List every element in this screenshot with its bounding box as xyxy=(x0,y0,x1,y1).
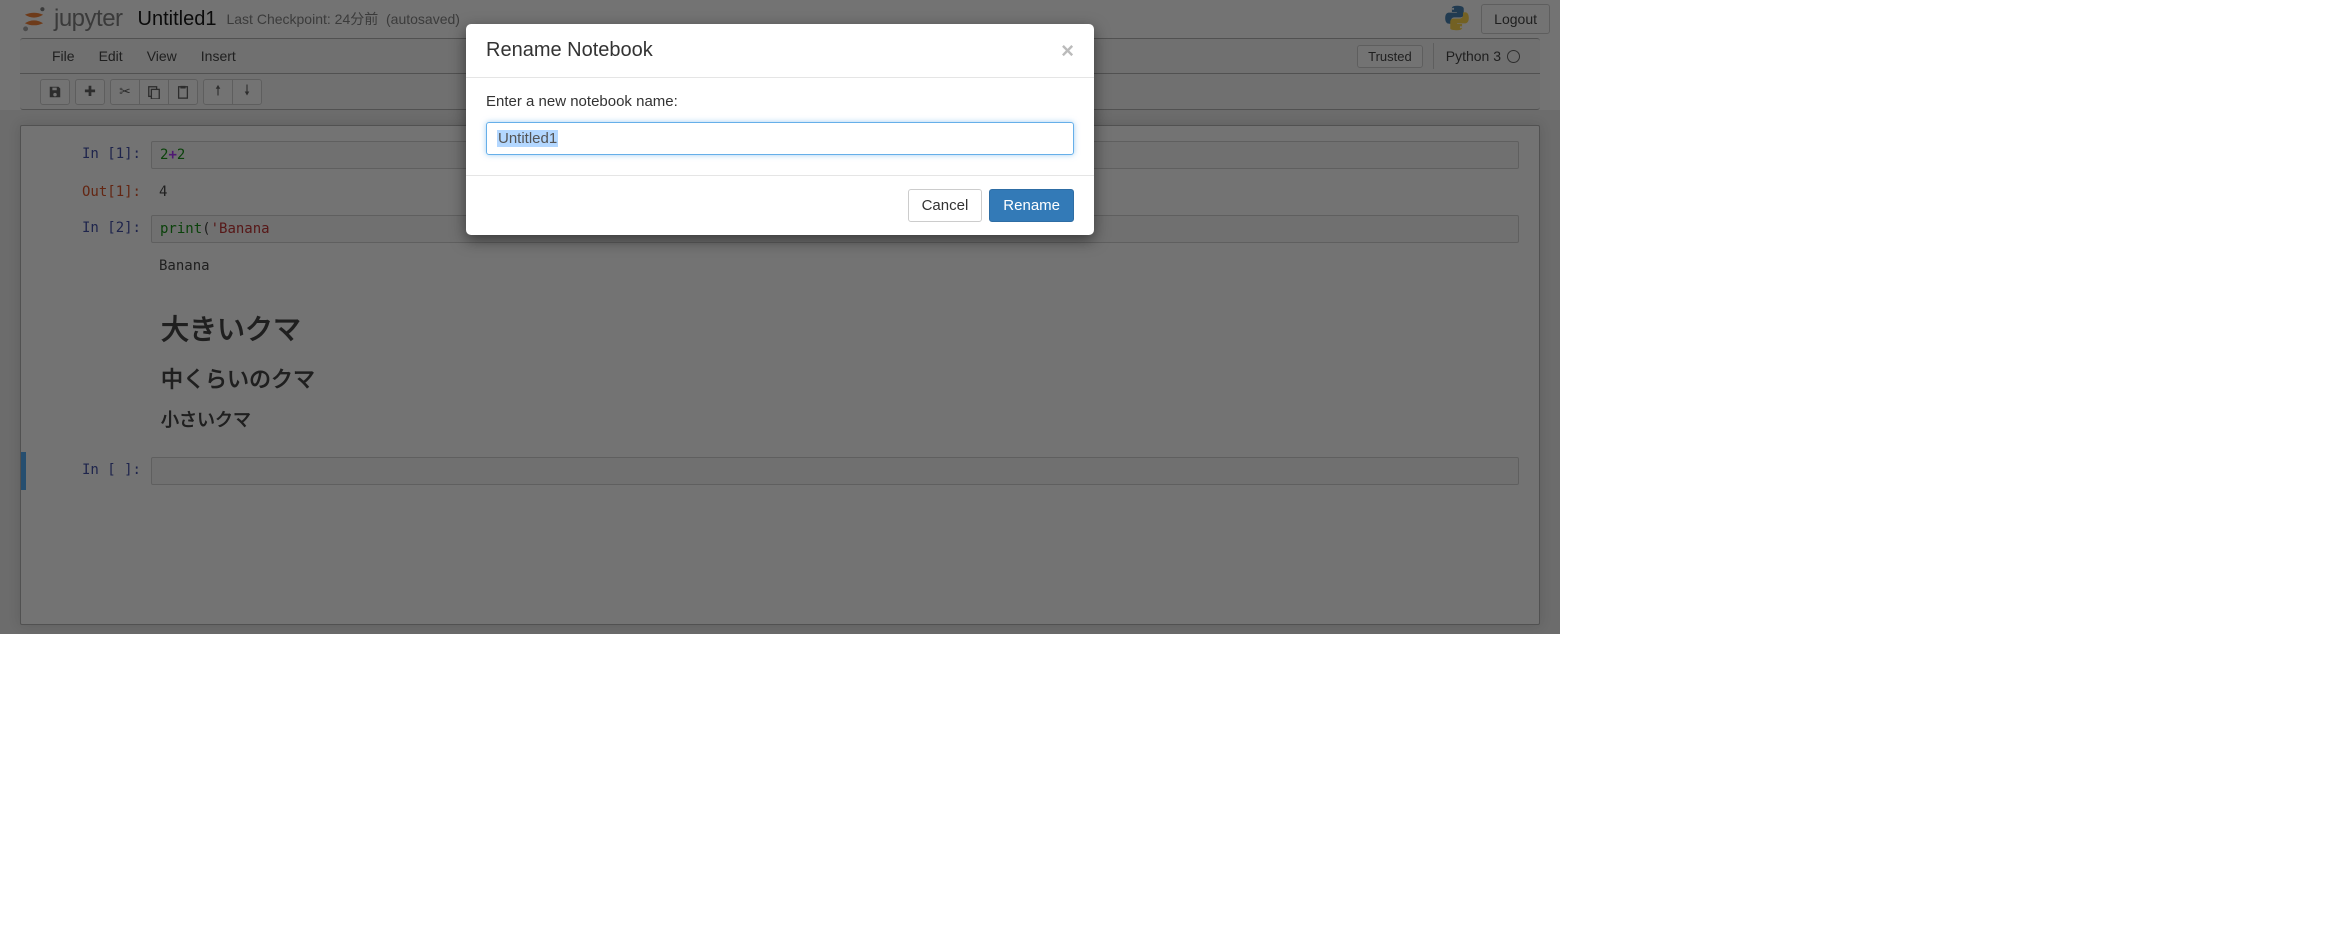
notebook-name-input[interactable]: Untitled1 xyxy=(486,122,1074,155)
modal-prompt: Enter a new notebook name: xyxy=(486,93,1074,110)
rename-modal: Rename Notebook × Enter a new notebook n… xyxy=(466,24,1094,235)
close-icon[interactable]: × xyxy=(1061,40,1074,62)
modal-title: Rename Notebook xyxy=(486,39,653,62)
cancel-button[interactable]: Cancel xyxy=(908,189,983,222)
rename-button[interactable]: Rename xyxy=(989,189,1074,222)
